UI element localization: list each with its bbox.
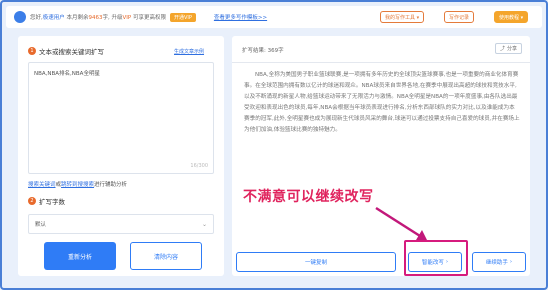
top-bar: 您好,极速用户 本月剩余9463字, 升级VIP 可享更高权限 开通VIP 查看… <box>6 6 542 28</box>
notice-suffix: 可享更高权限 <box>131 15 166 21</box>
keyword-textarea[interactable]: NBA,NBA排名,NBA全明星 16/300 <box>28 62 214 174</box>
result-paragraph: NBA,全称为美国男子职业篮球联赛,是一项拥有多年历史的全球顶尖篮球赛事,也是一… <box>244 72 520 133</box>
share-label: 分享 <box>506 46 517 52</box>
arrow-shaft <box>375 206 421 238</box>
chevron-right-icon: › <box>509 259 513 265</box>
section1-title: 1 文本或搜索关键词扩写 <box>28 46 104 56</box>
notice-mid: 本月剩余 <box>64 15 89 21</box>
textarea-value: NBA,NBA排名,NBA全明星 <box>34 71 100 77</box>
section2-title: 2 扩写字数 <box>28 196 65 206</box>
writing-history-button[interactable]: 写作记录 <box>444 11 475 23</box>
share-icon: ⤴ <box>499 46 505 52</box>
select-value: 默认 <box>35 222 47 228</box>
notice-prefix: 您好, <box>30 15 43 21</box>
clear-content-button[interactable]: 清除内容 <box>130 242 202 270</box>
section1-label: 文本或搜索关键词扩写 <box>39 48 104 56</box>
continue-assistant-label: 继续助手 <box>485 260 508 266</box>
section2-label: 扩写字数 <box>39 198 65 206</box>
example-link[interactable]: 生成文章示例 <box>174 48 204 55</box>
continue-assistant-button[interactable]: 继续助手 › <box>472 252 526 272</box>
char-counter: 16/300 <box>190 163 208 169</box>
divider <box>232 62 530 63</box>
search-keyword-link[interactable]: 搜索关键词 <box>28 182 56 188</box>
aux-suffix: 进行辅助分析 <box>94 182 128 188</box>
notice-mid2: 字, 升级 <box>102 15 123 21</box>
more-templates-link[interactable]: 查看更多写作模板>> <box>214 13 267 21</box>
copy-button[interactable]: 一键复制 <box>236 252 396 272</box>
quota-notice: 您好,极速用户 本月剩余9463字, 升级VIP 可享更高权限 <box>30 13 166 21</box>
reanalyze-button[interactable]: 重新分析 <box>44 242 116 270</box>
notice-vip: VIP <box>122 15 132 21</box>
word-count-select[interactable]: 默认 ⌄ <box>28 214 214 234</box>
step2-badge: 2 <box>28 197 36 205</box>
result-panel: 扩写结果: 369字 ⤴ 分享 NBA,全称为美国男子职业篮球联赛,是一项拥有多… <box>232 36 530 276</box>
writing-tools-dropdown[interactable]: 我的写作工具 ▾ <box>380 11 425 23</box>
tutorial-dropdown[interactable]: 使用教程 ▾ <box>494 11 529 23</box>
highlight-box <box>404 240 468 276</box>
notice-count: 9463 <box>88 15 103 21</box>
avatar <box>14 11 26 23</box>
jump-search-link[interactable]: 跳转到搜搜索 <box>61 182 94 188</box>
open-vip-button[interactable]: 开通VIP <box>169 12 196 22</box>
annotation-text: 不满意可以继续改写 <box>243 189 374 205</box>
chevron-down-icon: ⌄ <box>201 220 207 228</box>
step1-badge: 1 <box>28 47 36 55</box>
share-button[interactable]: ⤴ 分享 <box>494 43 522 54</box>
aux-analysis-line: 搜索关键词或跳转到搜搜索进行辅助分析 <box>28 180 127 188</box>
result-label: 扩写结果: 369字 <box>242 48 284 54</box>
notice-user: 极速用户 <box>42 15 65 21</box>
input-panel: 1 文本或搜索关键词扩写 生成文章示例 NBA,NBA排名,NBA全明星 16/… <box>18 36 224 276</box>
